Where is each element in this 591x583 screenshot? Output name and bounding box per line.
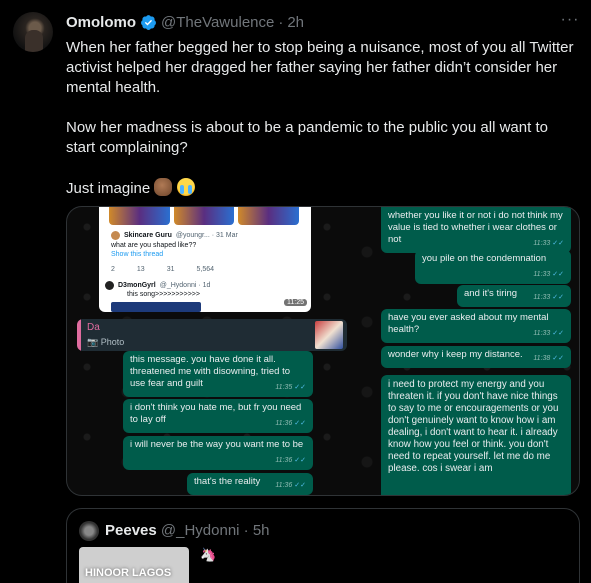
quoted-display-name[interactable]: Peeves xyxy=(105,522,157,539)
read-receipt-icon: ✓✓ xyxy=(552,271,564,278)
read-receipt-icon: ✓✓ xyxy=(552,355,564,362)
quoted-kind-label: Photo xyxy=(100,337,125,347)
screenshot-question: what are you shaped like?? xyxy=(111,242,197,249)
avatar xyxy=(111,231,120,240)
message-bubble: have you ever asked about my mental heal… xyxy=(381,309,571,343)
message-time: 11:36 xyxy=(275,457,293,464)
message-bubble: wonder why i keep my distance. 11:38 ✓✓ xyxy=(381,346,571,368)
quoted-name: Da xyxy=(87,322,100,333)
quoted-kind: 📷 Photo xyxy=(87,337,125,347)
message-time: 11:33 xyxy=(533,271,551,278)
tweet-paragraph: Now her madness is about to be a pandemi… xyxy=(66,119,548,156)
message-time: 11:33 xyxy=(533,294,551,301)
message-text: i need to protect my energy and you thre… xyxy=(388,379,559,474)
photo-thumbnail xyxy=(315,321,343,349)
reply-text: this song>>>>>>>>>>> xyxy=(127,291,200,298)
message-text: have you ever asked about my mental heal… xyxy=(388,312,549,335)
screenshot-author-name: Skincare Guru xyxy=(124,232,172,239)
crying-face-icon xyxy=(176,178,195,196)
message-meta: 11:33 ✓✓ xyxy=(533,328,564,340)
message-bubble: i will never be the way you want me to b… xyxy=(123,436,313,470)
message-text: this message. you have done it all. thre… xyxy=(130,354,291,389)
screenshot-author: Skincare Guru @youngr... · 31 Mar xyxy=(111,231,238,240)
read-receipt-icon: ✓✓ xyxy=(294,384,306,391)
avatar[interactable] xyxy=(79,521,99,541)
unicorn-icon: 🦄 xyxy=(200,547,217,562)
message-time: 11:36 xyxy=(275,482,293,489)
read-receipt-icon: ✓✓ xyxy=(552,294,564,301)
user-handle[interactable]: @TheVawulence xyxy=(161,14,274,31)
view-count: 5,564 xyxy=(196,266,215,273)
message-meta: 11:36 ✓✓ xyxy=(275,455,306,467)
message-bubble: this message. you have done it all. thre… xyxy=(123,351,313,397)
tweet-paragraph: When her father begged her to stop being… xyxy=(66,39,574,96)
message-time: 11:36 xyxy=(275,420,293,427)
tweet-media[interactable]: Skincare Guru @youngr... · 31 Mar what a… xyxy=(66,206,580,496)
avatar xyxy=(105,281,114,290)
screenshot-timestamp: 11:25 xyxy=(284,299,307,306)
message-text: and it's tiring xyxy=(464,288,518,299)
image-thumbnails xyxy=(109,207,300,225)
message-bubble: and it's tiring 11:33 ✓✓ xyxy=(457,285,571,307)
message-text: i will never be the way you want me to b… xyxy=(130,439,304,450)
like-count: 31 xyxy=(166,266,175,273)
read-receipt-icon: ✓✓ xyxy=(552,330,564,337)
read-receipt-icon: ✓✓ xyxy=(294,420,306,427)
message-text: wonder why i keep my distance. xyxy=(388,349,523,360)
verified-badge-icon xyxy=(141,14,156,30)
quoted-timestamp[interactable]: 5h xyxy=(253,522,270,539)
reply-handle: @_Hydonni · 1d xyxy=(159,282,211,289)
separator: · xyxy=(278,13,284,31)
tweet-text: When her father begged her to stop being… xyxy=(66,38,581,199)
quoted-handle[interactable]: @_Hydonni xyxy=(161,522,240,539)
message-bubble: that's the reality 11:36 ✓✓ xyxy=(187,473,313,495)
fist-icon xyxy=(154,178,173,196)
read-receipt-icon: ✓✓ xyxy=(552,240,564,247)
display-name[interactable]: Omolomo xyxy=(66,14,136,31)
tweet-paragraph-last: Just imagine xyxy=(66,178,581,199)
message-text: you pile on the condemnation xyxy=(422,253,547,264)
screenshot-actions: 2 13 31 5,564 xyxy=(111,266,214,273)
timestamp[interactable]: 2h xyxy=(287,14,304,31)
retweet-count: 13 xyxy=(136,266,145,273)
message-bubble: you pile on the condemnation 11:33 ✓✓ xyxy=(415,250,571,284)
message-time: 11:33 xyxy=(533,330,551,337)
message-text: that's the reality xyxy=(194,476,261,487)
media-bar xyxy=(111,302,201,312)
message-meta: 11:36 ✓✓ xyxy=(275,480,306,492)
message-bubble: i don't think you hate me, but fr you ne… xyxy=(123,399,313,433)
message-time: 11:33 xyxy=(533,240,551,247)
tweet-paragraph-text: Just imagine xyxy=(66,180,151,197)
message-meta: 11:36 ✓✓ xyxy=(275,418,306,430)
screenshot-reply: D3monGyrl @_Hydonni · 1d xyxy=(105,281,210,290)
message-meta: 11:33 ✓✓ xyxy=(533,238,564,250)
message-meta: 11:38 ✓✓ xyxy=(533,353,564,365)
quoted-tweet[interactable]: Peeves @_Hydonni · 5h HINOOR LAGOS 🦄 xyxy=(66,508,580,583)
reply-count: 2 xyxy=(111,266,115,273)
avatar[interactable] xyxy=(13,12,53,52)
quoted-tweet-header: Peeves @_Hydonni · 5h xyxy=(105,522,270,539)
message-meta: 11:35 ✓✓ xyxy=(275,382,306,394)
quoted-image-text: HINOOR LAGOS xyxy=(85,567,172,579)
message-meta: 11:33 ✓✓ xyxy=(533,292,564,304)
quoted-reply: Da 📷 Photo xyxy=(77,319,347,351)
quoted-image[interactable]: HINOOR LAGOS xyxy=(79,547,189,583)
message-time: 11:35 xyxy=(275,384,293,391)
message-time: 11:38 xyxy=(533,355,551,362)
separator: · xyxy=(243,522,249,539)
screenshot-author-handle: @youngr... · 31 Mar xyxy=(175,232,238,239)
embedded-screenshot: Skincare Guru @youngr... · 31 Mar what a… xyxy=(99,207,311,312)
show-thread-link: Show this thread xyxy=(111,251,164,258)
read-receipt-icon: ✓✓ xyxy=(294,457,306,464)
read-receipt-icon: ✓✓ xyxy=(294,482,306,489)
message-meta: 11:33 ✓✓ xyxy=(533,269,564,281)
reply-author: D3monGyrl xyxy=(118,282,156,289)
message-bubble: whether you like it or not i do not thin… xyxy=(381,207,571,253)
message-bubble: i need to protect my energy and you thre… xyxy=(381,375,571,495)
tweet-header: Omolomo @TheVawulence · 2h xyxy=(66,12,304,32)
more-options-icon[interactable]: ··· xyxy=(559,10,581,32)
